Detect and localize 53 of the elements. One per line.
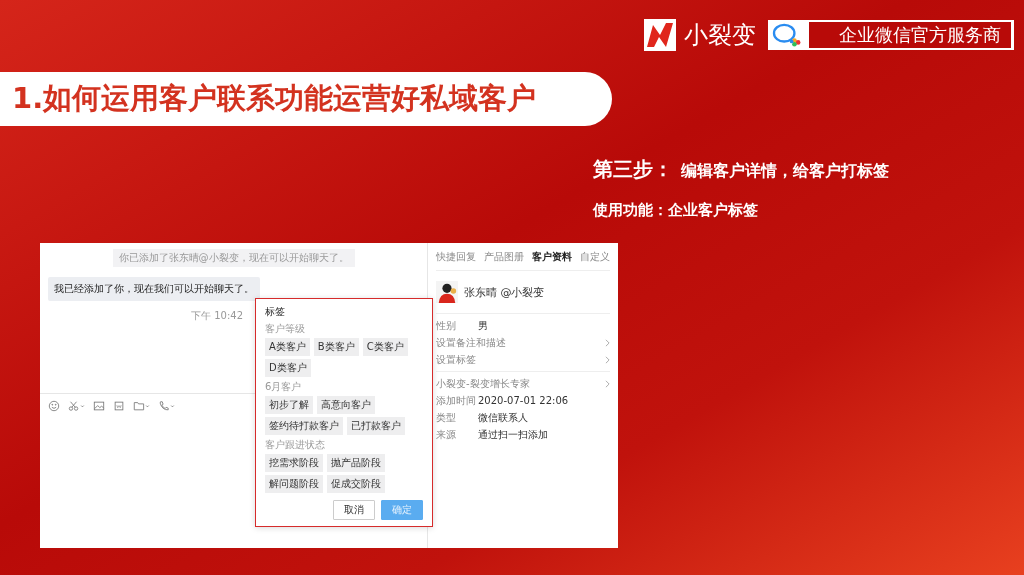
tag-chip[interactable]: C类客户 (362, 338, 408, 356)
tag-chip[interactable]: 已打款客户 (347, 417, 405, 435)
chevron-icon (605, 379, 610, 388)
system-notice: 你已添加了张东晴@小裂变，现在可以开始聊天了。 (112, 249, 355, 267)
settings-link[interactable]: 小裂变-裂变增长专家 (436, 375, 610, 392)
step-text: 编辑客户详情，给客户打标签 (681, 161, 889, 182)
tag-group-label: 6月客户 (265, 380, 303, 394)
partner-label: 企业微信官方服务商 (808, 21, 1012, 49)
field-value: 通过扫一扫添加 (478, 427, 548, 442)
tag-group-label: 客户等级 (265, 322, 306, 336)
tag-chip[interactable]: A类客户 (265, 338, 310, 356)
field-label: 类型 (436, 410, 457, 425)
customer-name: 张东晴 @小裂变 (464, 284, 545, 300)
tag-group-label: 客户跟进状态 (265, 438, 326, 452)
scissors-icon[interactable] (68, 400, 85, 412)
message-time: 下午 10:42 (191, 309, 243, 323)
image-icon[interactable] (93, 400, 105, 412)
brand-name: 小裂变 (684, 20, 756, 51)
tag-chip[interactable]: 促成交阶段 (327, 475, 385, 493)
settings-link[interactable]: 设置备注和描述 (436, 334, 610, 351)
tag-chip[interactable]: 高意向客户 (317, 396, 375, 414)
panel-tab[interactable]: 客户资料 (532, 250, 572, 264)
field-label: 性别 (436, 318, 457, 333)
field-label: 添加时间 (436, 393, 477, 408)
feature-text: 企业客户标签 (668, 201, 758, 220)
panel-tab[interactable]: 产品图册 (484, 250, 524, 264)
message-bubble: 我已经添加了你，现在我们可以开始聊天了。 (48, 277, 260, 301)
panel-tab[interactable]: 自定义 (580, 250, 610, 264)
settings-link[interactable]: 设置标签 (436, 351, 610, 368)
phone-icon[interactable] (158, 400, 175, 412)
step-label: 第三步： (593, 156, 673, 183)
field-value: 2020-07-01 22:06 (478, 395, 569, 406)
feature-label: 使用功能： (593, 201, 668, 220)
slide-title: 1.如何运用客户联系功能运营好私域客户 (12, 80, 537, 117)
field-label: 来源 (436, 427, 457, 442)
tag-chip[interactable]: 解问题阶段 (265, 475, 323, 493)
lightning-logo-icon (644, 19, 676, 51)
document-icon[interactable] (113, 400, 125, 412)
chat-bubbles-icon (772, 22, 802, 48)
panel-tab[interactable]: 快捷回复 (436, 250, 476, 264)
tag-chip[interactable]: B类客户 (313, 338, 359, 356)
field-value: 男 (478, 318, 488, 333)
tag-chip[interactable]: 挖需求阶段 (265, 454, 323, 472)
avatar-icon (436, 281, 458, 303)
cancel-button[interactable]: 取消 (333, 500, 375, 520)
tag-chip[interactable]: 抛产品阶段 (327, 454, 385, 472)
field-value: 微信联系人 (478, 410, 528, 425)
tag-chip[interactable]: 初步了解 (265, 396, 313, 414)
smiley-icon[interactable] (48, 400, 60, 412)
dialog-title: 标签 (265, 305, 286, 319)
tag-chip[interactable]: 签约待打款客户 (265, 417, 343, 435)
folder-icon[interactable] (133, 400, 150, 412)
tag-chip[interactable]: D类客户 (265, 359, 311, 377)
